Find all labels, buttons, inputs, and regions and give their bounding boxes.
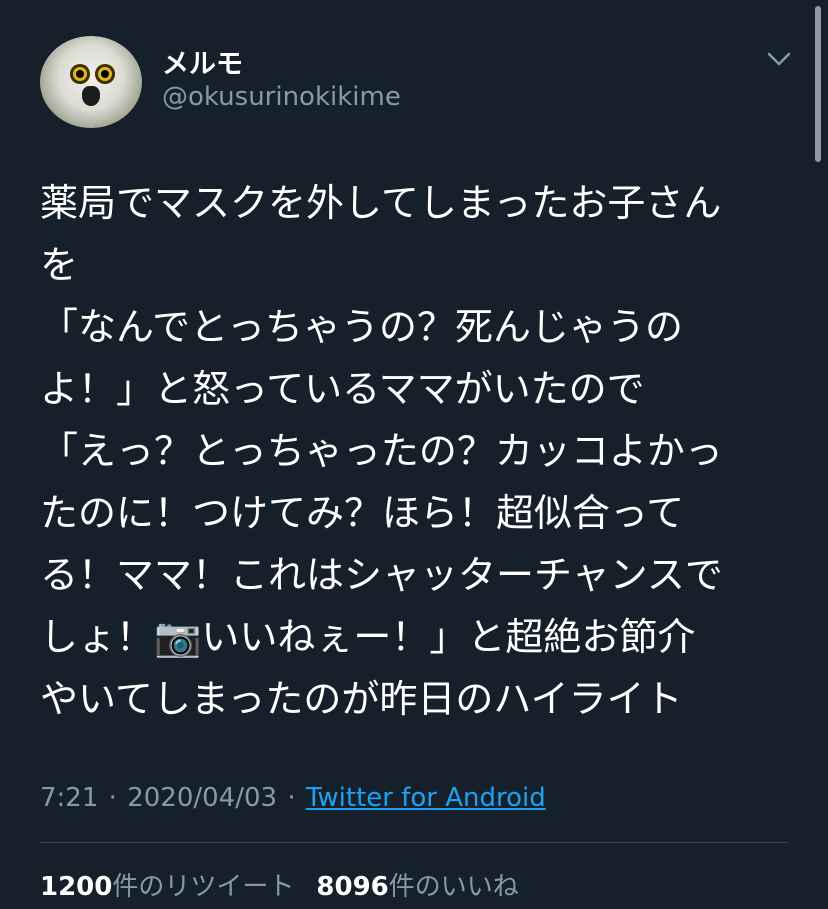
chevron-down-icon[interactable] [764,44,794,74]
tweet-text-line: やいてしまったのが昨日のハイライト [40,677,683,721]
tweet-text-line: 「なんでとっちゃうの？死んじゃうの [40,305,683,349]
tweet-text-line: たのに！つけてみ？ほら！超似合って [40,491,685,535]
likes-stat[interactable]: 8096件のいいね [316,872,518,902]
meta-separator: · [108,783,117,813]
tweet-text: 薬局でマスクを外してしまったお子さん を 「なんでとっちゃうの？死んじゃうの よ… [40,172,800,730]
tweet-text-line: 「えっ？とっちゃったの？カッコよかっ [40,429,723,473]
source-link[interactable]: Twitter for Android [306,783,546,813]
likes-label: 件のいいね [388,872,519,902]
tweet-text-line: しょ！📷いいねぇー！」と超絶お節介 [40,615,696,659]
user-handle[interactable]: @okusurinokikime [162,82,401,112]
tweet-text-line: る！ママ！これはシャッターチャンスで [40,553,723,597]
owl-eye-left [70,64,90,84]
tweet-text-line: 薬局でマスクを外してしまったお子さん [40,181,722,225]
tweet-meta: 7:21 · 2020/04/03 · Twitter for Android [40,783,546,813]
tweet-text-line: を [40,243,79,287]
retweets-label: 件のリツイート [112,872,295,902]
display-name[interactable]: メルモ [162,42,243,81]
tweet-stats: 1200件のリツイート 8096件のいいね [40,866,519,903]
likes-count: 8096 [316,872,389,902]
owl-beak [82,86,100,106]
divider [40,842,788,843]
scrollbar[interactable] [815,6,821,162]
avatar[interactable] [40,36,142,128]
tweet-date: 2020/04/03 [127,783,278,813]
retweets-stat[interactable]: 1200件のリツイート [40,872,294,902]
retweets-count: 1200 [40,872,113,902]
tweet-time: 7:21 [40,783,99,813]
owl-eye-right [95,64,115,84]
meta-separator: · [287,783,296,813]
tweet-detail: メルモ @okusurinokikime 薬局でマスクを外してしまったお子さん … [0,0,828,909]
tweet-text-line: よ！」と怒っているママがいたので [40,367,645,411]
